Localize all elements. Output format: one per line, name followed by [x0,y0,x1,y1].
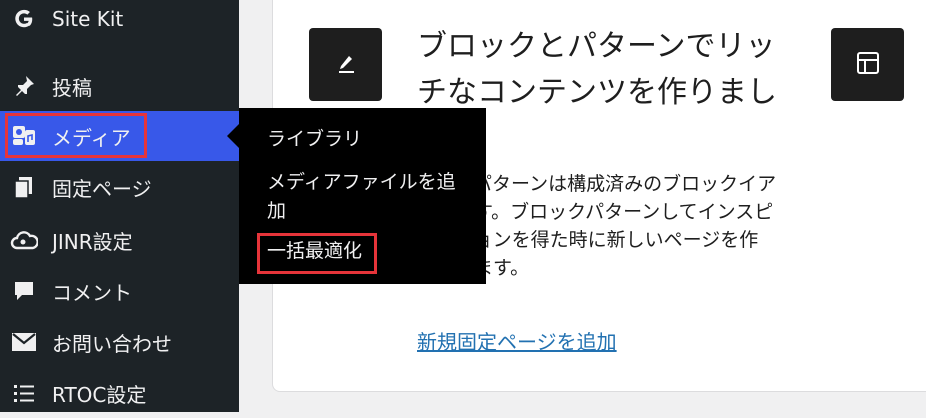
google-g-icon [10,5,38,33]
add-new-page-link[interactable]: 新規固定ページを追加 [417,326,617,355]
comment-icon [10,277,38,305]
sidebar-item-jinr[interactable]: JINR設定 [0,215,239,265]
layout-icon-box [831,28,904,101]
sidebar-item-site-kit[interactable]: Site Kit [0,0,239,44]
admin-sidebar: Site Kit 投稿 メディア 固定ページ JINR設定 コメント お問い合わ… [0,0,239,412]
sidebar-item-label: RTOC設定 [52,382,147,407]
pin-icon [10,72,38,100]
layout-icon [854,49,882,81]
sidebar-item-comments[interactable]: コメント [0,266,239,316]
sidebar-item-label: コメント [52,280,132,305]
sidebar-item-pages[interactable]: 固定ページ [0,162,239,212]
sidebar-item-label: 固定ページ [52,176,152,201]
bulk-optimize-highlight-box [257,233,377,274]
sidebar-item-label: 投稿 [52,75,92,100]
submenu-item-add-media[interactable]: メディアファイルを追加 [267,168,472,226]
sidebar-item-contact[interactable]: お問い合わせ [0,317,239,367]
edit-icon-box [309,28,382,101]
list-icon [10,379,38,407]
sidebar-item-posts[interactable]: 投稿 [0,61,239,111]
mail-icon [10,328,38,356]
card-heading: ブロックとパターンでリッチなコンテンツを作りまし [417,29,777,110]
pencil-icon [332,49,360,81]
sidebar-item-label: Site Kit [52,7,124,31]
submenu-item-library[interactable]: ライブラリ [267,124,362,154]
sidebar-item-label: JINR設定 [52,229,133,254]
page-icon [10,173,38,201]
flyout-arrow [227,124,239,148]
media-highlight-box [5,113,147,158]
sidebar-item-rtoc[interactable]: RTOC設定 [0,368,239,418]
sidebar-item-label: お問い合わせ [52,331,172,356]
cloud-icon [10,226,38,254]
